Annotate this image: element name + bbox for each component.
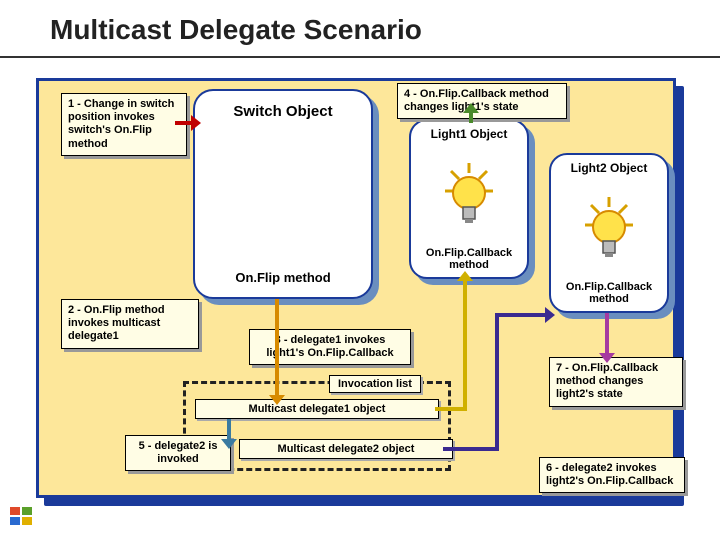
light1-object-card: Light1 Object On.Flip.Callback metho	[409, 119, 529, 279]
delegate2-bar: Multicast delegate2 object	[239, 439, 453, 459]
callout-6: 6 - delegate2 invokes light2's On.Flip.C…	[539, 457, 685, 493]
arrow-6a	[443, 447, 499, 451]
light1-title: Light1 Object	[411, 127, 527, 141]
arrow-6-head	[545, 307, 555, 323]
arrow-4-head	[463, 103, 479, 113]
arrow-7-head	[599, 353, 615, 363]
light2-method-label: On.Flip.Callback method	[551, 281, 667, 305]
light2-title: Light2 Object	[551, 161, 667, 175]
callout-3: 3 - delegate1 invokes light1's On.Flip.C…	[249, 329, 411, 365]
delegate1-bar: Multicast delegate1 object	[195, 399, 439, 419]
diagram-canvas: Switch Object On.Flip method Light1 Obje…	[36, 78, 684, 508]
arrow-1-head	[191, 115, 201, 131]
callout-5: 5 - delegate2 is invoked	[125, 435, 231, 471]
arrow-2-head	[269, 395, 285, 405]
arrow-3b	[463, 279, 467, 411]
title-underline	[0, 56, 720, 58]
switch-method-label: On.Flip method	[195, 270, 371, 285]
windows-logo-icon	[10, 507, 38, 532]
page-title: Multicast Delegate Scenario	[50, 14, 422, 46]
callout-4: 4 - On.Flip.Callback method changes ligh…	[397, 83, 567, 119]
arrow-3-head	[457, 271, 473, 281]
lightbulb-icon	[581, 195, 637, 270]
invocation-list-label: Invocation list	[329, 375, 421, 393]
switch-object-card: Switch Object On.Flip method	[193, 89, 373, 299]
arrow-2	[275, 299, 279, 399]
outer-card: Switch Object On.Flip method Light1 Obje…	[36, 78, 676, 498]
switch-title: Switch Object	[195, 103, 371, 120]
arrow-7	[605, 313, 609, 357]
callout-7: 7 - On.Flip.Callback method changes ligh…	[549, 357, 683, 407]
light2-object-card: Light2 Object On.Flip.Callback metho	[549, 153, 669, 313]
callout-1: 1 - Change in switch position invokes sw…	[61, 93, 187, 156]
callout-2: 2 - On.Flip method invokes multicast del…	[61, 299, 199, 349]
arrow-6c	[495, 313, 549, 317]
lightbulb-icon	[441, 161, 497, 236]
arrow-6b	[495, 313, 499, 451]
arrow-5-head	[221, 439, 237, 449]
light1-method-label: On.Flip.Callback method	[411, 247, 527, 271]
